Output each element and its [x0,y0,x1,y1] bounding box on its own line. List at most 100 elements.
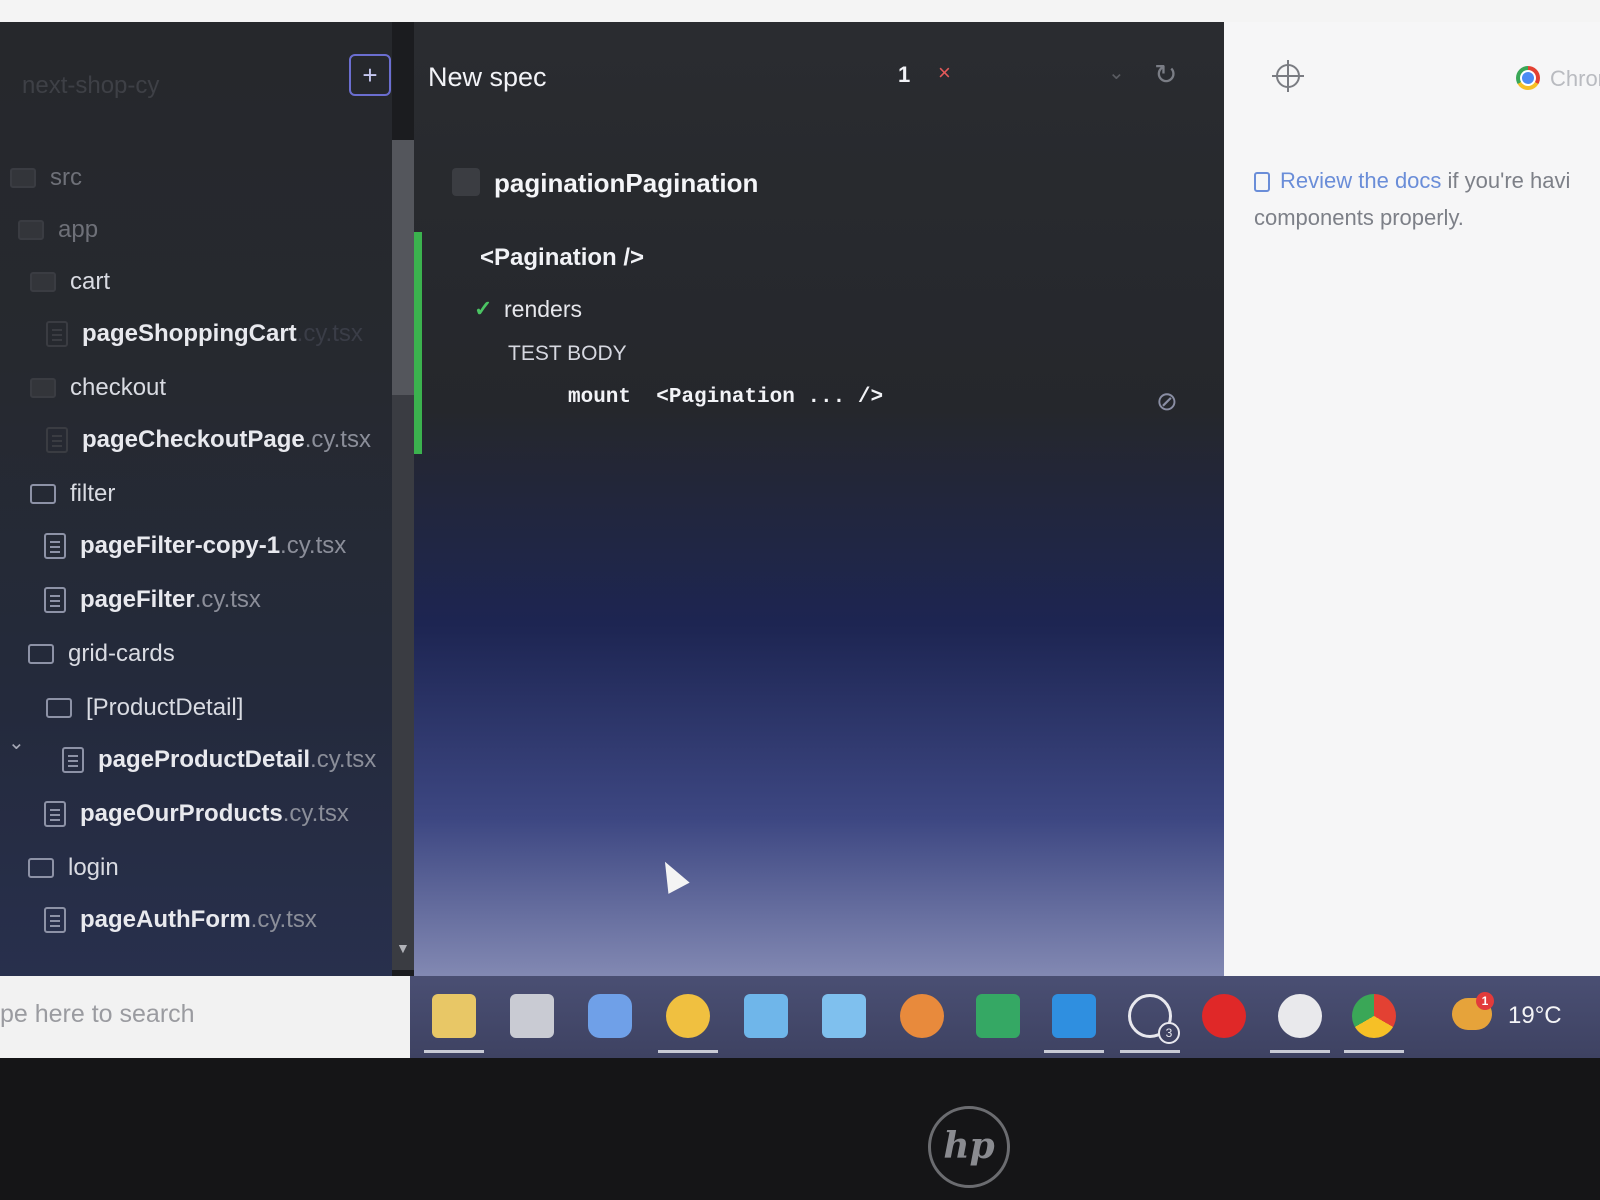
test-name[interactable]: renders [504,296,582,323]
chrome-icon[interactable] [1516,66,1540,90]
active-indicator [1120,1050,1180,1053]
spec-list-sidebar: next-shop-cy + src app cart pageShopping… [0,22,392,994]
file-icon [44,587,66,613]
docs-notice: Review the docs if you're havi component… [1254,162,1600,236]
temperature[interactable]: 19°C [1508,1002,1562,1030]
tree-folder-cart[interactable]: cart [30,260,110,304]
tree-folder-productdetail[interactable]: [ProductDetail] [46,686,243,730]
tree-item-label: [ProductDetail] [86,694,244,721]
record-icon[interactable] [1202,994,1246,1038]
project-name: next-shop-cy [22,72,160,99]
whatsapp-badge: 3 [1158,1022,1180,1044]
chevron-down-icon[interactable]: ⌄ [1108,60,1125,85]
active-indicator [424,1050,484,1053]
file-explorer-icon[interactable] [432,994,476,1038]
rerun-icon[interactable]: ↻ [1154,58,1177,91]
active-indicator [1270,1050,1330,1053]
tree-item-label: app [58,216,99,243]
command-arg: <Pagination ... /> [656,386,884,409]
taskbar-search-box[interactable]: pe here to search [0,976,410,1058]
tree-item-ext: .cy.tsx [282,800,349,827]
tree-file-pageFilter-copy-1[interactable]: pageFilter-copy-1 .cy.tsx [44,524,346,568]
tree-folder-filter[interactable]: filter [30,472,115,516]
tree-item-label: pageOurProducts [80,800,283,827]
tree-item-ext: .cy.tsx [250,906,317,933]
scroll-down-arrow-icon[interactable]: ▼ [396,940,410,956]
tree-item-label: pageFilter-copy-1 [80,532,281,559]
failed-count: × [938,60,951,85]
tree-item-label: pageFilter [80,586,195,613]
eye-off-icon[interactable]: ⊘ [1156,386,1178,417]
tree-file-pageOurProducts[interactable]: pageOurProducts .cy.tsx [44,792,349,836]
command-row[interactable]: mount <Pagination ... /> [568,386,883,409]
folder-icon [28,644,54,664]
passed-count: 1 [898,62,911,87]
file-icon [62,747,84,773]
folder-icon [28,858,54,878]
reporter-header: New spec 1 × ⌄ ↻ [414,22,1224,132]
chevron-down-icon[interactable]: ⌄ [8,730,25,755]
folder-icon [10,168,36,188]
chrome-canary-icon[interactable] [666,994,710,1038]
scrollbar-thumb[interactable] [392,140,414,395]
file-icon [44,801,66,827]
tree-item-ext: .cy.tsx [310,746,377,773]
active-indicator [1344,1050,1404,1053]
tree-folder-src[interactable]: src [10,156,82,200]
tree-file-pageAuthForm[interactable]: pageAuthForm .cy.tsx [44,898,317,942]
chrome-icon[interactable] [1352,994,1396,1038]
tree-item-label: pageAuthForm [80,906,251,933]
hp-logo: hp [928,1106,1010,1188]
docs-link[interactable]: Review the docs [1280,168,1441,193]
tree-item-label: cart [70,268,111,295]
weather-badge: 1 [1476,992,1494,1010]
office-icon[interactable] [900,994,944,1038]
tree-folder-grid-cards[interactable]: grid-cards [28,632,175,676]
command-name: mount [568,386,632,409]
tree-item-label: filter [70,480,116,507]
file-icon [44,907,66,933]
describe-block[interactable]: <Pagination /> [480,244,644,272]
folder-icon [30,272,56,292]
tree-item-label: pageProductDetail [98,746,311,773]
folder-icon [46,698,72,718]
search-placeholder: pe here to search [0,1000,195,1028]
top-strip [0,0,1600,22]
folder-icon [18,220,44,240]
vscode-icon[interactable] [1052,994,1096,1038]
tree-item-label: pageShoppingCart [82,320,297,347]
tree-item-label: pageCheckoutPage [82,426,305,453]
tree-item-ext: .cy.tsx [280,532,347,559]
tree-folder-app[interactable]: app [18,208,98,252]
file-icon [46,427,68,453]
tree-file-pageShoppingCart[interactable]: pageShoppingCart .cy.tsx [46,312,363,356]
crosshair-icon[interactable] [1272,60,1304,92]
tree-file-pageFilter[interactable]: pageFilter .cy.tsx [44,578,261,622]
screens-icon[interactable] [744,994,788,1038]
file-icon [46,321,68,347]
tree-folder-login[interactable]: login [28,846,119,890]
cypress-icon[interactable] [1278,994,1322,1038]
tree-item-ext: .cy.tsx [296,320,363,347]
folder-icon [30,484,56,504]
browser-label[interactable]: Chrome [1550,66,1600,92]
tree-item-ext: .cy.tsx [304,426,371,453]
active-indicator [1044,1050,1104,1053]
tree-file-pageProductDetail[interactable]: pageProductDetail .cy.tsx [62,738,376,782]
windows-taskbar: pe here to search 3 1 19°C [0,976,1600,1058]
tablet-icon[interactable] [510,994,554,1038]
copilot-icon[interactable] [588,994,632,1038]
tree-file-pageCheckoutPage[interactable]: pageCheckoutPage .cy.tsx [46,418,371,462]
tree-folder-checkout[interactable]: checkout [30,366,166,410]
add-spec-button[interactable]: + [349,54,391,96]
notice-line2: components properly. [1254,205,1464,230]
folder-icon [30,378,56,398]
tree-item-label: login [68,854,119,881]
excel-icon[interactable] [976,994,1020,1038]
test-reporter: New spec 1 × ⌄ ↻ paginationPagination <P… [414,22,1224,994]
sidebar-scrollbar[interactable]: ▼ [392,140,414,970]
mail-icon[interactable] [822,994,866,1038]
active-indicator [658,1050,718,1053]
spec-title: New spec [428,62,547,92]
suite-title[interactable]: paginationPagination [494,168,758,199]
